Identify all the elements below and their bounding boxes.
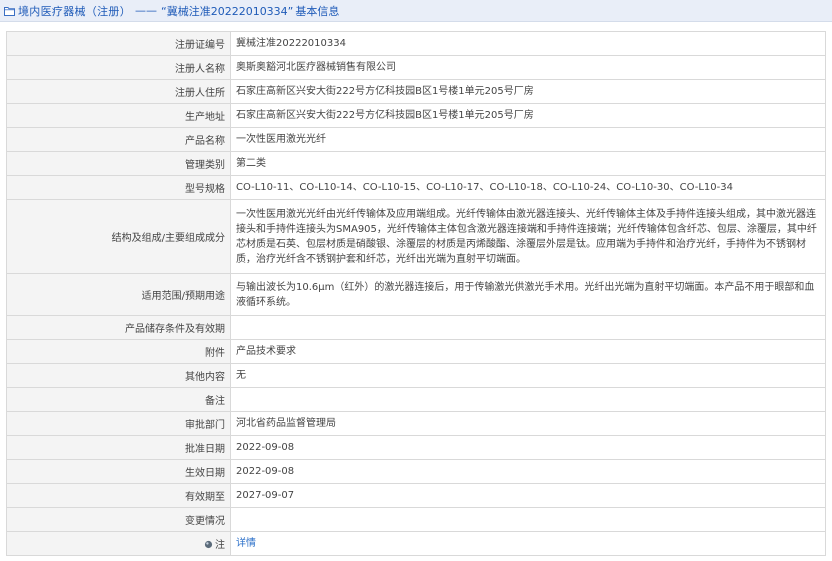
field-label: 附件 xyxy=(6,339,231,364)
remarks-value xyxy=(230,387,826,412)
table-row: 适用范围/预期用途 与输出波长为10.6μm（红外）的激光器连接后，用于传输激光… xyxy=(6,273,826,316)
device-info-table: 注册证编号 冀械注准20222010334 注册人名称 奥斯奥豁河北医疗器械销售… xyxy=(6,31,826,556)
effective-date-value: 2022-09-08 xyxy=(230,459,826,484)
registrant-name-value: 奥斯奥豁河北医疗器械销售有限公司 xyxy=(230,55,826,80)
table-row: 生效日期 2022-09-08 xyxy=(6,459,826,484)
table-row: 备注 xyxy=(6,387,826,412)
storage-conditions-value xyxy=(230,315,826,340)
production-address-value: 石家庄高新区兴安大街222号方亿科技园B区1号楼1单元205号厂房 xyxy=(230,103,826,128)
other-content-value: 无 xyxy=(230,363,826,388)
table-row: 产品储存条件及有效期 xyxy=(6,315,826,340)
field-label: 注册人住所 xyxy=(6,79,231,104)
table-row: 管理类别 第二类 xyxy=(6,151,826,176)
approval-date-value: 2022-09-08 xyxy=(230,435,826,460)
table-row: 其他内容 无 xyxy=(6,363,826,388)
breadcrumb-category-link[interactable]: 境内医疗器械（注册） xyxy=(18,3,131,19)
field-label: 型号规格 xyxy=(6,175,231,200)
management-class-value: 第二类 xyxy=(230,151,826,176)
table-row: 产品名称 一次性医用激光光纤 xyxy=(6,127,826,152)
field-label: 产品名称 xyxy=(6,127,231,152)
field-label: 适用范围/预期用途 xyxy=(6,273,231,316)
table-row: 有效期至 2027-09-07 xyxy=(6,483,826,508)
field-label: 审批部门 xyxy=(6,411,231,436)
table-row: 审批部门 河北省药品监督管理局 xyxy=(6,411,826,436)
field-label: 生产地址 xyxy=(6,103,231,128)
table-row: 结构及组成/主要组成成分 一次性医用激光光纤由光纤传输体及应用端组成。光纤传输体… xyxy=(6,199,826,274)
expiry-date-value: 2027-09-07 xyxy=(230,483,826,508)
field-label: 批准日期 xyxy=(6,435,231,460)
breadcrumb-page-name: 基本信息 xyxy=(295,4,340,18)
breadcrumb-record-number: “冀械注准20222010334” xyxy=(161,4,294,18)
product-name-value: 一次性医用激光光纤 xyxy=(230,127,826,152)
table-row: 生产地址 石家庄高新区兴安大街222号方亿科技园B区1号楼1单元205号厂房 xyxy=(6,103,826,128)
field-label: 产品储存条件及有效期 xyxy=(6,315,231,340)
breadcrumb-separator: —— xyxy=(135,4,157,17)
table-row: 注册证编号 冀械注准20222010334 xyxy=(6,31,826,56)
field-label: 生效日期 xyxy=(6,459,231,484)
field-label: 变更情况 xyxy=(6,507,231,532)
table-row: 注册人名称 奥斯奥豁河北医疗器械销售有限公司 xyxy=(6,55,826,80)
details-link[interactable]: 详情 xyxy=(236,538,256,549)
structure-composition-value: 一次性医用激光光纤由光纤传输体及应用端组成。光纤传输体由激光器连接头、光纤传输体… xyxy=(230,199,826,274)
field-label: 备注 xyxy=(6,387,231,412)
field-label: 管理类别 xyxy=(6,151,231,176)
note-icon xyxy=(204,540,213,549)
table-row: 注 详情 xyxy=(6,531,826,556)
folder-icon xyxy=(4,6,15,16)
registrant-address-value: 石家庄高新区兴安大街222号方亿科技园B区1号楼1单元205号厂房 xyxy=(230,79,826,104)
note-label: 注 xyxy=(215,540,225,551)
table-row: 变更情况 xyxy=(6,507,826,532)
registration-number-value: 冀械注准20222010334 xyxy=(230,31,826,56)
table-row: 注册人住所 石家庄高新区兴安大街222号方亿科技园B区1号楼1单元205号厂房 xyxy=(6,79,826,104)
intended-use-value: 与输出波长为10.6μm（红外）的激光器连接后，用于传输激光供激光手术用。光纤出… xyxy=(230,273,826,316)
field-label: 注册人名称 xyxy=(6,55,231,80)
table-row: 附件 产品技术要求 xyxy=(6,339,826,364)
table-row: 型号规格 CO-L10-11、CO-L10-14、CO-L10-15、CO-L1… xyxy=(6,175,826,200)
change-history-value xyxy=(230,507,826,532)
field-label: 结构及组成/主要组成成分 xyxy=(6,199,231,274)
field-label: 其他内容 xyxy=(6,363,231,388)
table-row: 批准日期 2022-09-08 xyxy=(6,435,826,460)
page-title-bar: 境内医疗器械（注册） —— “冀械注准20222010334” 基本信息 xyxy=(0,0,832,22)
attachment-value: 产品技术要求 xyxy=(230,339,826,364)
model-spec-value: CO-L10-11、CO-L10-14、CO-L10-15、CO-L10-17、… xyxy=(230,175,826,200)
field-label: 注册证编号 xyxy=(6,31,231,56)
approval-department-value: 河北省药品监督管理局 xyxy=(230,411,826,436)
note-label-cell: 注 xyxy=(6,531,231,556)
note-value-cell: 详情 xyxy=(230,531,826,556)
field-label: 有效期至 xyxy=(6,483,231,508)
